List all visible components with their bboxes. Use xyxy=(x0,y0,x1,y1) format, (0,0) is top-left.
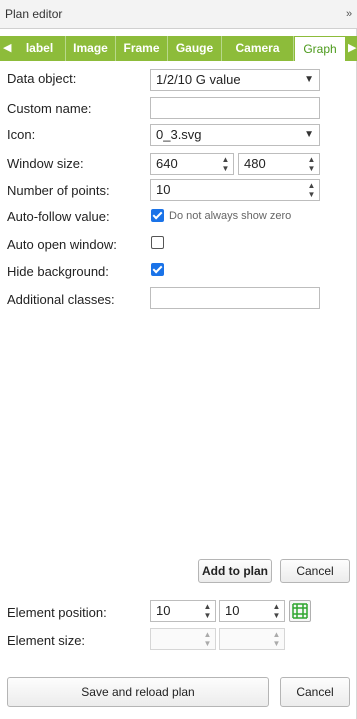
position-x-spinner[interactable]: ▲ ▼ xyxy=(202,602,213,620)
data-object-value: 1/2/10 G value xyxy=(156,72,241,87)
window-height-input[interactable]: 480 ▲ ▼ xyxy=(238,153,320,175)
tab-label[interactable]: label xyxy=(14,36,66,61)
cancel-button[interactable]: Cancel xyxy=(280,559,350,583)
spin-up-icon[interactable]: ▲ xyxy=(306,181,317,190)
window-height-value: 480 xyxy=(244,156,266,171)
snap-grid-button[interactable] xyxy=(289,600,311,622)
element-position-label: Element position: xyxy=(7,605,107,620)
spin-up-icon[interactable]: ▲ xyxy=(306,155,317,164)
tab-scroll-left-icon[interactable]: ◀ xyxy=(3,36,11,61)
window-width-value: 640 xyxy=(156,156,178,171)
spin-down-icon: ▼ xyxy=(272,639,281,648)
number-of-points-spinner[interactable]: ▲ ▼ xyxy=(306,181,317,199)
data-object-label: Data object: xyxy=(7,71,77,86)
size-height-input: ▲ ▼ xyxy=(219,628,285,650)
position-x-input[interactable]: 10 ▲ ▼ xyxy=(150,600,216,622)
number-of-points-input[interactable]: 10 ▲ ▼ xyxy=(150,179,320,201)
additional-classes-label: Additional classes: xyxy=(7,292,115,307)
window-size-label: Window size: xyxy=(7,156,84,171)
spin-up-icon[interactable]: ▲ xyxy=(202,602,213,611)
additional-classes-input[interactable] xyxy=(150,287,320,309)
element-size-label: Element size: xyxy=(7,633,86,648)
position-y-input[interactable]: 10 ▲ ▼ xyxy=(219,600,285,622)
collapse-button[interactable]: » xyxy=(341,4,357,24)
title-bar: Plan editor » xyxy=(0,0,357,29)
tab-image[interactable]: Image xyxy=(66,36,116,61)
custom-name-input[interactable] xyxy=(150,97,320,119)
number-of-points-label: Number of points: xyxy=(7,183,110,198)
number-of-points-value: 10 xyxy=(156,182,171,197)
auto-open-label: Auto open window: xyxy=(7,237,117,252)
position-y-value: 10 xyxy=(225,603,240,618)
save-and-reload-plan-button[interactable]: Save and reload plan xyxy=(7,677,269,707)
spin-down-icon[interactable]: ▼ xyxy=(306,164,317,173)
auto-follow-checkbox[interactable] xyxy=(151,209,164,222)
spin-up-icon: ▲ xyxy=(203,630,212,639)
spin-down-icon[interactable]: ▼ xyxy=(271,611,282,620)
panel-title: Plan editor xyxy=(5,7,63,21)
spin-down-icon: ▼ xyxy=(203,639,212,648)
spin-up-icon: ▲ xyxy=(272,630,281,639)
add-to-plan-button[interactable]: Add to plan xyxy=(198,559,272,583)
position-y-spinner[interactable]: ▲ ▼ xyxy=(271,602,282,620)
chevron-down-icon: ▼ xyxy=(304,129,314,140)
spin-up-icon[interactable]: ▲ xyxy=(271,602,282,611)
window-height-spinner[interactable]: ▲ ▼ xyxy=(306,155,317,173)
tab-bar: ◀ label Image Frame Gauge Camera Graph ▶ xyxy=(0,36,357,61)
spin-down-icon[interactable]: ▼ xyxy=(202,611,213,620)
tab-camera[interactable]: Camera xyxy=(222,36,294,61)
plan-editor-panel: Plan editor » ◀ label Image Frame Gauge … xyxy=(0,0,357,719)
spin-up-icon[interactable]: ▲ xyxy=(220,155,231,164)
auto-follow-extra-text: Do not always show zero xyxy=(169,210,292,222)
size-height-spinner: ▲ ▼ xyxy=(271,630,282,648)
tab-graph[interactable]: Graph xyxy=(294,36,346,61)
auto-open-checkbox[interactable] xyxy=(151,236,164,249)
cancel-bottom-button[interactable]: Cancel xyxy=(280,677,350,707)
spin-down-icon[interactable]: ▼ xyxy=(220,164,231,173)
chevron-down-icon: ▼ xyxy=(304,74,314,85)
icon-value: 0_3.svg xyxy=(156,127,202,142)
spin-down-icon[interactable]: ▼ xyxy=(306,190,317,199)
position-x-value: 10 xyxy=(156,603,171,618)
hide-background-label: Hide background: xyxy=(7,264,109,279)
size-width-input: ▲ ▼ xyxy=(150,628,216,650)
window-width-input[interactable]: 640 ▲ ▼ xyxy=(150,153,234,175)
auto-follow-label: Auto-follow value: xyxy=(7,209,110,224)
tab-scroll-right-icon[interactable]: ▶ xyxy=(348,36,356,61)
size-width-spinner: ▲ ▼ xyxy=(202,630,213,648)
icon-label: Icon: xyxy=(7,127,36,142)
custom-name-label: Custom name: xyxy=(7,101,92,116)
grid-icon xyxy=(292,603,308,619)
window-width-spinner[interactable]: ▲ ▼ xyxy=(220,155,231,173)
data-object-select[interactable]: 1/2/10 G value ▼ xyxy=(150,69,320,91)
icon-select[interactable]: 0_3.svg ▼ xyxy=(150,124,320,146)
hide-background-checkbox[interactable] xyxy=(151,263,164,276)
tab-gauge[interactable]: Gauge xyxy=(168,36,222,61)
tab-frame[interactable]: Frame xyxy=(116,36,168,61)
